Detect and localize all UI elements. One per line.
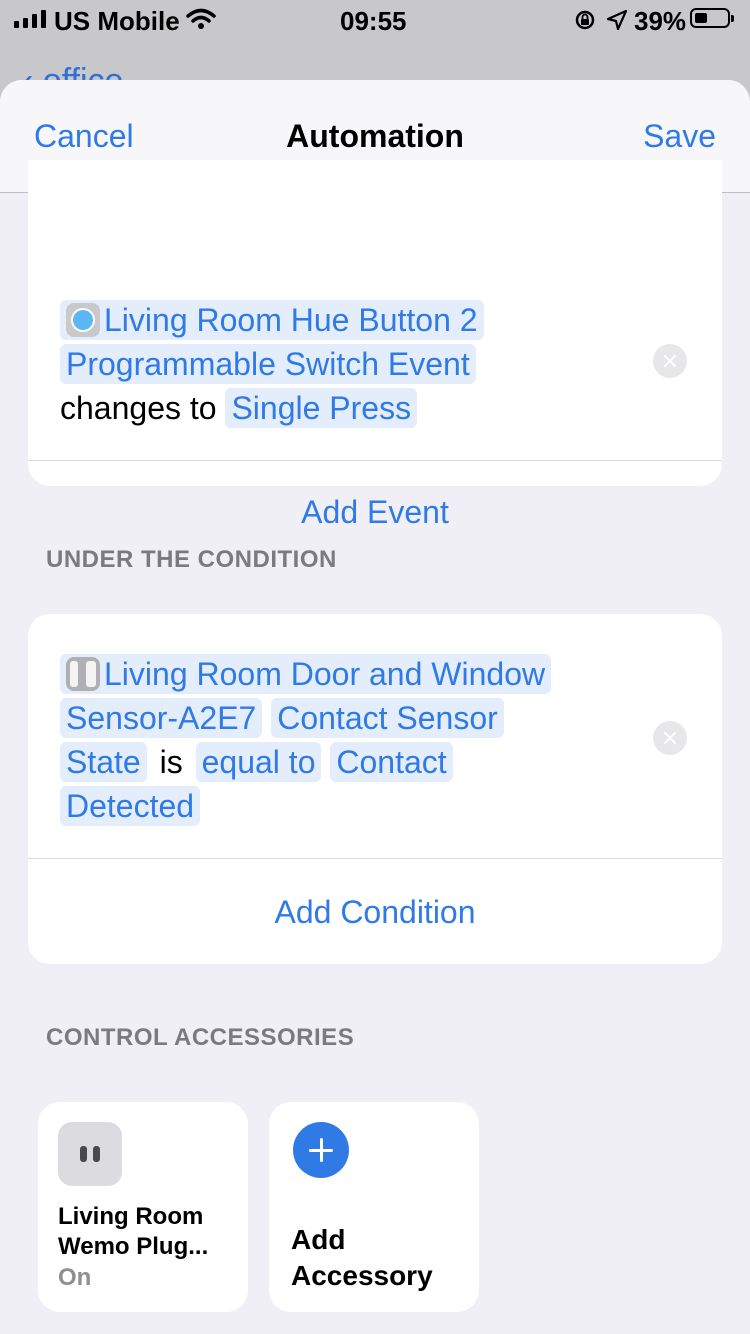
- condition-comparator-token[interactable]: equal to: [195, 742, 322, 782]
- accessories-section-header: CONTROL ACCESSORIES: [46, 1024, 355, 1051]
- add-condition-button[interactable]: Add Condition: [28, 894, 722, 931]
- add-accessory-label: Add Accessory: [291, 1224, 433, 1291]
- event-operator: changes to: [60, 390, 217, 426]
- condition-value-token-cont[interactable]: Detected: [60, 786, 201, 826]
- location-arrow-icon: [606, 9, 628, 31]
- condition-device-token-cont[interactable]: Sensor-A2E7: [60, 698, 263, 738]
- condition-characteristic-token[interactable]: Contact Sensor: [271, 698, 504, 738]
- divider: [28, 858, 722, 859]
- condition-rule: Living Room Door and Window Sensor-A2E7 …: [60, 652, 640, 828]
- carrier-label: US Mobile: [54, 6, 180, 36]
- contact-sensor-icon: [66, 657, 100, 691]
- wifi-icon: [186, 8, 216, 29]
- event-characteristic-token[interactable]: Programmable Switch Event: [60, 344, 476, 384]
- battery-percent: 39%: [634, 6, 687, 36]
- orientation-lock-icon: [575, 10, 595, 30]
- accessory-status: On: [58, 1264, 92, 1291]
- condition-card: Living Room Door and Window Sensor-A2E7 …: [28, 614, 722, 964]
- page-title: Automation: [286, 118, 464, 154]
- add-accessory-tile[interactable]: Add Accessory: [269, 1102, 479, 1312]
- condition-device-token[interactable]: Living Room Door and Window: [60, 654, 552, 694]
- remove-event-button[interactable]: [653, 344, 687, 378]
- cellular-signal-icon: [14, 10, 46, 28]
- clock: 09:55: [340, 6, 407, 36]
- condition-section-header: UNDER THE CONDITION: [46, 546, 337, 573]
- plus-icon: [293, 1122, 349, 1178]
- save-button[interactable]: Save: [643, 118, 716, 155]
- status-bar: US Mobile 09:55 39%: [0, 0, 750, 42]
- condition-is-word: is: [159, 744, 183, 780]
- plug-icon: [58, 1122, 122, 1186]
- accessory-tile-wemo-plug[interactable]: Living Room Wemo Plug... On: [38, 1102, 248, 1312]
- condition-characteristic-token-cont[interactable]: State: [60, 742, 147, 782]
- remove-condition-button[interactable]: [653, 721, 687, 755]
- event-rule: Living Room Hue Button 2 Programmable Sw…: [60, 298, 640, 430]
- event-card: Living Room Hue Button 2 Programmable Sw…: [28, 160, 722, 530]
- condition-value-token[interactable]: Contact: [330, 742, 453, 782]
- add-event-button[interactable]: Add Event: [28, 494, 722, 531]
- automation-sheet: Cancel Automation Save Living Room Hue B…: [0, 80, 750, 1334]
- hue-button-icon: [66, 303, 100, 337]
- divider: [28, 460, 722, 461]
- event-device-token[interactable]: Living Room Hue Button 2: [60, 300, 484, 340]
- event-value-token[interactable]: Single Press: [225, 388, 418, 428]
- battery-icon: [690, 8, 734, 28]
- accessory-name: Living Room Wemo Plug...: [58, 1203, 209, 1260]
